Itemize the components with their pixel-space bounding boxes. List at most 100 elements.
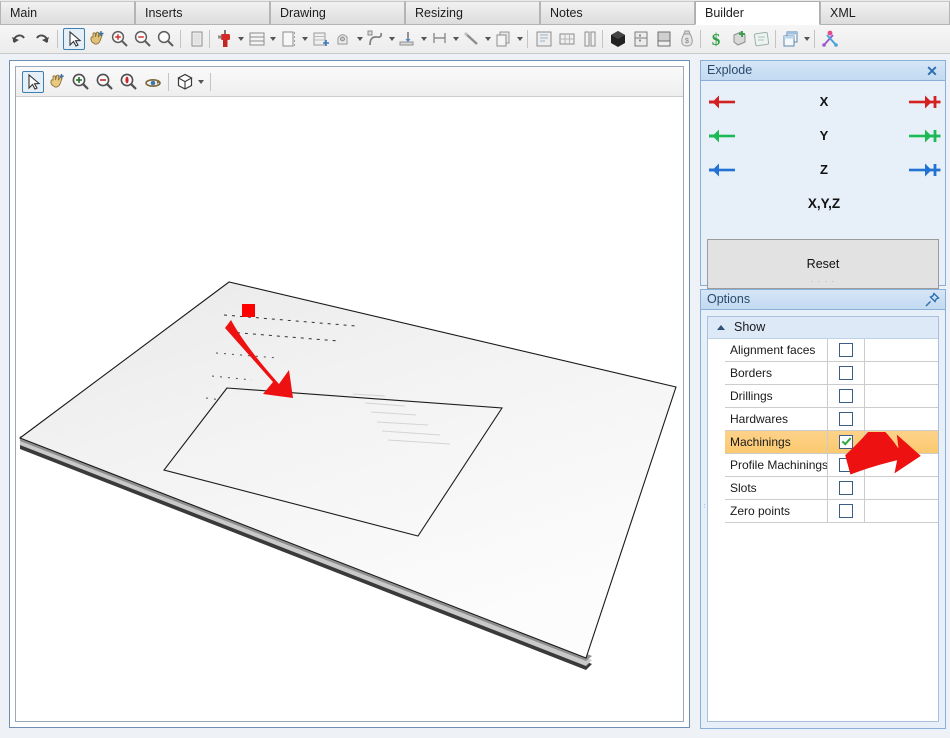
select-arrow-button[interactable] <box>63 28 85 50</box>
vp-select-arrow-button[interactable] <box>22 71 44 93</box>
columns-button[interactable] <box>579 28 601 50</box>
viewport-toolbar-separator <box>210 73 211 91</box>
shelf-dropdown-caret[interactable] <box>270 37 276 41</box>
profile-machinings-checkbox[interactable] <box>839 458 853 472</box>
explode-y-plus-button[interactable] <box>905 119 943 153</box>
add-panel-button[interactable] <box>310 28 332 50</box>
dimension-button[interactable] <box>429 28 451 50</box>
door-dropdown-caret[interactable] <box>302 37 308 41</box>
explode-xyz-plus-button[interactable] <box>905 187 943 221</box>
tab-resizing[interactable]: Resizing <box>405 1 540 25</box>
chevron-up-icon <box>717 325 725 330</box>
hardware-dropdown-caret[interactable] <box>357 37 363 41</box>
redo-button[interactable] <box>31 28 53 50</box>
option-row-profile-machinings[interactable]: Profile Machinings <box>725 454 938 477</box>
dimension-dropdown-caret[interactable] <box>453 37 459 41</box>
group-panels-button[interactable] <box>493 28 515 50</box>
blueprint-button[interactable] <box>533 28 555 50</box>
option-checkbox-cell[interactable] <box>833 339 865 361</box>
option-checkbox-cell[interactable] <box>833 431 865 453</box>
option-row-slots[interactable]: Slots <box>725 477 938 500</box>
pan-hand-button[interactable] <box>86 28 108 50</box>
drill-tool-dropdown-caret[interactable] <box>238 37 244 41</box>
drillings-checkbox[interactable] <box>839 389 853 403</box>
option-row-alignment-faces[interactable]: Alignment faces <box>725 339 938 362</box>
cost-bag-button[interactable]: $ <box>676 28 698 50</box>
options-group-show[interactable]: Show <box>708 317 938 339</box>
zoom-in-button[interactable] <box>109 28 131 50</box>
option-label: Drillings <box>730 385 828 407</box>
tab-builder[interactable]: Builder <box>695 1 820 25</box>
borders-checkbox[interactable] <box>839 366 853 380</box>
door-button[interactable] <box>278 28 300 50</box>
vp-view-cube-dropdown-caret[interactable] <box>198 80 204 84</box>
alignment-faces-checkbox[interactable] <box>839 343 853 357</box>
tab-notes[interactable]: Notes <box>540 1 695 25</box>
explode-row-z: Z <box>705 153 943 187</box>
shelf-button[interactable] <box>246 28 268 50</box>
options-scroll-area[interactable]: Show Alignment faces Borders Drillings H… <box>707 316 939 722</box>
machining-button[interactable] <box>397 28 419 50</box>
option-checkbox-cell[interactable] <box>833 362 865 384</box>
tools-mix-button[interactable] <box>819 28 841 50</box>
machinings-checkbox[interactable] <box>839 435 853 449</box>
group-panels-dropdown-caret[interactable] <box>517 37 523 41</box>
option-checkbox-cell[interactable] <box>833 500 865 522</box>
panel-copy-button[interactable] <box>186 28 208 50</box>
explode-z-plus-button[interactable] <box>905 153 943 187</box>
tab-main[interactable]: Main <box>0 1 135 25</box>
notes-book-button[interactable] <box>751 28 773 50</box>
option-checkbox-cell[interactable] <box>833 477 865 499</box>
vp-zoom-out-button[interactable] <box>94 71 116 93</box>
option-checkbox-cell[interactable] <box>833 408 865 430</box>
explode-row-x: X <box>705 85 943 119</box>
pin-icon[interactable] <box>924 292 940 308</box>
vp-view-cube-button[interactable] <box>174 71 196 93</box>
hardwares-checkbox[interactable] <box>839 412 853 426</box>
option-row-machinings[interactable]: Machinings <box>725 431 938 454</box>
hardware-button[interactable] <box>333 28 355 50</box>
layout-grid-button[interactable] <box>556 28 578 50</box>
tab-label: Builder <box>705 6 744 20</box>
zoom-out-button[interactable] <box>132 28 154 50</box>
line-dropdown-caret[interactable] <box>485 37 491 41</box>
tab-xml[interactable]: XML <box>820 1 950 25</box>
cube-3d-button[interactable] <box>607 28 629 50</box>
tab-inserts[interactable]: Inserts <box>135 1 270 25</box>
option-checkbox-cell[interactable] <box>833 454 865 476</box>
close-icon[interactable]: ✕ <box>924 63 940 79</box>
vp-orbit-button[interactable] <box>142 71 164 93</box>
explode-panel: Explode ✕ X Y Z X,Y,Z Reset · · · · <box>700 60 946 289</box>
option-row-drillings[interactable]: Drillings <box>725 385 938 408</box>
price-dollar-button[interactable]: $ <box>705 28 727 50</box>
panel-resize-grip[interactable]: · · · · · <box>808 279 838 284</box>
slots-checkbox[interactable] <box>839 481 853 495</box>
vp-pan-hand-button[interactable] <box>46 71 68 93</box>
viewport-canvas[interactable] <box>16 98 683 721</box>
tab-label: Main <box>10 6 38 20</box>
option-checkbox-cell[interactable] <box>833 385 865 407</box>
add-object-button[interactable] <box>728 28 750 50</box>
option-row-zero-points[interactable]: Zero points <box>725 500 938 523</box>
tab-drawing[interactable]: Drawing <box>270 1 405 25</box>
curve-edge-dropdown-caret[interactable] <box>389 37 395 41</box>
undo-button[interactable] <box>8 28 30 50</box>
vp-zoom-in-button[interactable] <box>70 71 92 93</box>
drill-tool-button[interactable] <box>214 28 236 50</box>
option-row-hardwares[interactable]: Hardwares <box>725 408 938 431</box>
line-button[interactable] <box>461 28 483 50</box>
zero-points-checkbox[interactable] <box>839 504 853 518</box>
drawer-button[interactable] <box>653 28 675 50</box>
toolbar-separator <box>700 30 701 48</box>
curve-edge-button[interactable] <box>365 28 387 50</box>
explode-x-plus-button[interactable] <box>905 85 943 119</box>
vp-zoom-window-button[interactable] <box>118 71 140 93</box>
tab-label: Drawing <box>280 6 326 20</box>
window-copy-dropdown-caret[interactable] <box>804 37 810 41</box>
panel-splitter[interactable]: ⋮⋮⋮ <box>701 504 705 534</box>
option-row-borders[interactable]: Borders <box>725 362 938 385</box>
machining-dropdown-caret[interactable] <box>421 37 427 41</box>
cabinet-button[interactable] <box>630 28 652 50</box>
window-copy-button[interactable] <box>780 28 802 50</box>
zoom-fit-button[interactable] <box>155 28 177 50</box>
